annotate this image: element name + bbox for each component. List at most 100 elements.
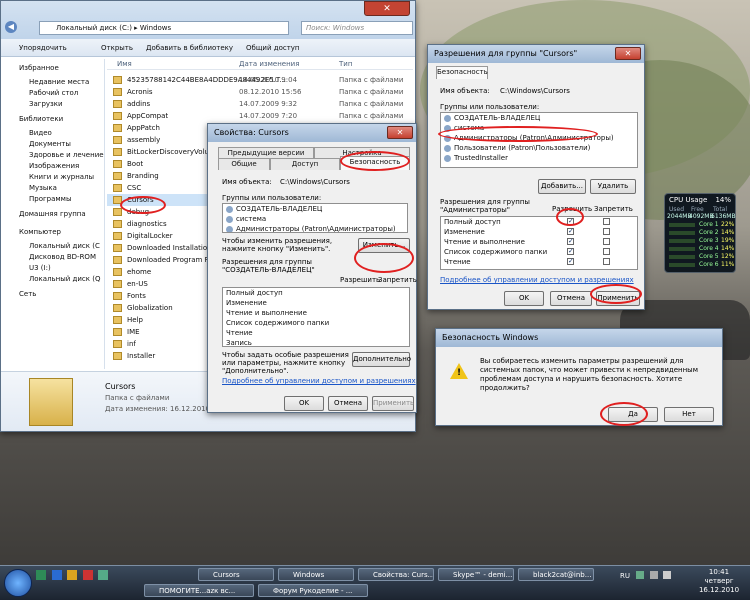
taskbar-button[interactable]: Свойства: Curs... bbox=[358, 568, 434, 581]
col-name[interactable]: Имя bbox=[117, 60, 132, 68]
tab-sharing[interactable]: Доступ bbox=[270, 158, 340, 170]
tray-icon-3[interactable] bbox=[663, 571, 672, 579]
language-indicator[interactable]: RU bbox=[620, 572, 630, 580]
file-row[interactable]: AppCompat 14.07.2009 7:20 Папка с файлами bbox=[107, 110, 413, 122]
folder-icon bbox=[113, 304, 122, 312]
nav-item[interactable]: Загрузки bbox=[1, 99, 104, 110]
quicklaunch-icon-4[interactable] bbox=[82, 570, 93, 580]
taskbar-row-bottom: ПОМОГИТЕ...azк вс... Форум Рукоделие - ..… bbox=[144, 584, 444, 598]
nav-item[interactable]: Домашняя группа bbox=[1, 209, 104, 223]
permission-name: Список содержимого папки bbox=[444, 248, 548, 256]
open-button[interactable]: Открыть bbox=[101, 39, 133, 57]
address-bar[interactable]: Локальный диск (C:) ▸ Windows bbox=[39, 21, 289, 35]
nav-item[interactable]: Видео bbox=[1, 128, 104, 139]
permissions-label: Разрешения для группы "СОЗДАТЕЛЬ-ВЛАДЕЛЕ… bbox=[222, 258, 315, 274]
users-list[interactable]: СОЗДАТЕЛЬ-ВЛАДЕЛЕЦ система Администраторы … bbox=[222, 203, 408, 233]
nav-item[interactable]: Локальный диск (Q bbox=[1, 274, 104, 285]
nav-item[interactable]: Музыка bbox=[1, 183, 104, 194]
deny-checkbox[interactable] bbox=[603, 258, 610, 265]
nav-item[interactable]: Здоровье и лечение bbox=[1, 150, 104, 161]
quicklaunch-icon-5[interactable] bbox=[98, 570, 109, 580]
add-button[interactable]: Добавить... bbox=[538, 179, 586, 194]
tray-icon-2[interactable] bbox=[649, 571, 658, 579]
nav-item[interactable]: Избранное bbox=[1, 63, 104, 77]
allow-checkbox[interactable] bbox=[567, 236, 574, 246]
learn-more-link[interactable]: Подробнее об управлении доступом и разре… bbox=[440, 276, 634, 284]
clock[interactable]: 10:41 четверг 16.12.2010 bbox=[690, 568, 748, 595]
tab-security[interactable]: Безопасность bbox=[436, 66, 488, 79]
taskbar-button[interactable]: Skype™ - demi... bbox=[438, 568, 514, 581]
nav-item[interactable]: Сеть bbox=[1, 289, 104, 303]
breadcrumb-drive[interactable]: Локальный диск (C:) bbox=[56, 24, 132, 32]
ok-button[interactable]: OK bbox=[504, 291, 544, 306]
security-dialog: Безопасность Windows ! Вы собираетесь из… bbox=[435, 328, 723, 426]
clock-time: 10:41 bbox=[708, 568, 730, 576]
file-row[interactable]: addins 14.07.2009 9:32 Папка с файлами bbox=[107, 98, 413, 110]
learn-more-link[interactable]: Подробнее об управлении доступом и разре… bbox=[222, 377, 416, 385]
tray-icon-1[interactable] bbox=[636, 571, 644, 579]
cancel-button[interactable]: Отмена bbox=[550, 291, 592, 306]
close-properties-button[interactable]: ✕ bbox=[387, 126, 413, 139]
explorer-header: ◀ Локальный диск (C:) ▸ Windows Поиск: W… bbox=[1, 1, 415, 39]
allow-checkbox[interactable] bbox=[567, 246, 574, 256]
share-button[interactable]: Общий доступ bbox=[246, 39, 300, 57]
user-row[interactable]: СОЗДАТЕЛЬ-ВЛАДЕЛЕЦ bbox=[223, 204, 407, 214]
cpu-gadget[interactable]: CPU Usage 14% Used Free Total 2044MB 409… bbox=[664, 193, 736, 273]
file-name: en-US bbox=[127, 280, 148, 288]
col-type[interactable]: Тип bbox=[339, 60, 352, 68]
file-row[interactable]: Acronis 08.12.2010 15:56 Папка с файлами bbox=[107, 86, 413, 98]
taskbar-button[interactable]: black2cat@inb... bbox=[518, 568, 594, 581]
remove-button[interactable]: Удалить bbox=[590, 179, 636, 194]
deny-checkbox[interactable] bbox=[603, 228, 610, 235]
nav-item[interactable]: Недавние места bbox=[1, 77, 104, 88]
user-row[interactable]: TrustedInstaller bbox=[441, 153, 637, 163]
allow-checkbox[interactable] bbox=[567, 256, 574, 266]
apply-button[interactable]: Применить bbox=[372, 396, 414, 411]
start-button[interactable] bbox=[4, 569, 32, 597]
permission-name: Изменение bbox=[226, 299, 267, 307]
user-row[interactable]: система bbox=[223, 214, 407, 224]
search-input[interactable]: Поиск: Windows bbox=[301, 21, 413, 35]
ok-button[interactable]: OK bbox=[284, 396, 324, 411]
taskbar-button[interactable]: Windows bbox=[278, 568, 354, 581]
nav-item[interactable]: Книги и журналы bbox=[1, 172, 104, 183]
taskbar-button[interactable]: ПОМОГИТЕ...azк вс... bbox=[144, 584, 254, 597]
quicklaunch-icon-3[interactable] bbox=[67, 570, 78, 580]
taskbar-button[interactable]: Cursors bbox=[198, 568, 274, 581]
nav-item[interactable]: Рабочий стол bbox=[1, 88, 104, 99]
file-row[interactable]: 45235788142C44BE8A4DDDE9A84492E5.T... 14.… bbox=[107, 74, 413, 86]
deny-checkbox[interactable] bbox=[603, 238, 610, 245]
cancel-button[interactable]: Отмена bbox=[328, 396, 368, 411]
quicklaunch-icon-1[interactable] bbox=[36, 570, 46, 580]
user-icon bbox=[226, 225, 233, 232]
deny-checkbox[interactable] bbox=[603, 248, 610, 255]
nav-item[interactable]: Библиотеки bbox=[1, 114, 104, 128]
close-window-button[interactable]: ✕ bbox=[364, 1, 410, 16]
tab-general[interactable]: Общие bbox=[218, 158, 270, 170]
nav-item[interactable]: Программы bbox=[1, 194, 104, 205]
annotation-apply bbox=[590, 284, 642, 304]
nav-item[interactable]: Локальный диск (C bbox=[1, 241, 104, 252]
nav-item[interactable]: U3 (I:) bbox=[1, 263, 104, 274]
nav-item[interactable]: Компьютер bbox=[1, 227, 104, 241]
advanced-button[interactable]: Дополнительно bbox=[352, 352, 411, 367]
user-row[interactable]: СОЗДАТЕЛЬ-ВЛАДЕЛЕЦ bbox=[441, 113, 637, 123]
user-row[interactable]: Администраторы (Patron\Администраторы) bbox=[223, 224, 407, 232]
quicklaunch-icon-2[interactable] bbox=[51, 570, 62, 580]
groups-label: Группы или пользователи: bbox=[440, 103, 540, 111]
no-button[interactable]: Нет bbox=[664, 407, 714, 422]
organize-button[interactable]: Упорядочить bbox=[19, 39, 67, 57]
nav-item[interactable]: Документы bbox=[1, 139, 104, 150]
deny-checkbox[interactable] bbox=[603, 218, 610, 225]
allow-checkbox[interactable] bbox=[567, 226, 574, 236]
col-date[interactable]: Дата изменения bbox=[239, 60, 299, 68]
user-row[interactable]: Пользователи (Patron\Пользователи) bbox=[441, 143, 637, 153]
nav-item[interactable]: Дисковод BD-ROM bbox=[1, 252, 104, 263]
breadcrumb-folder[interactable]: Windows bbox=[140, 24, 171, 32]
back-button[interactable]: ◀ bbox=[5, 21, 17, 33]
folder-icon bbox=[113, 292, 122, 300]
nav-item[interactable]: Изображения bbox=[1, 161, 104, 172]
taskbar-button[interactable]: Форум Рукоделие - ... bbox=[258, 584, 368, 597]
close-permissions-button[interactable]: ✕ bbox=[615, 47, 641, 60]
add-to-library-button[interactable]: Добавить в библиотеку bbox=[146, 39, 233, 57]
